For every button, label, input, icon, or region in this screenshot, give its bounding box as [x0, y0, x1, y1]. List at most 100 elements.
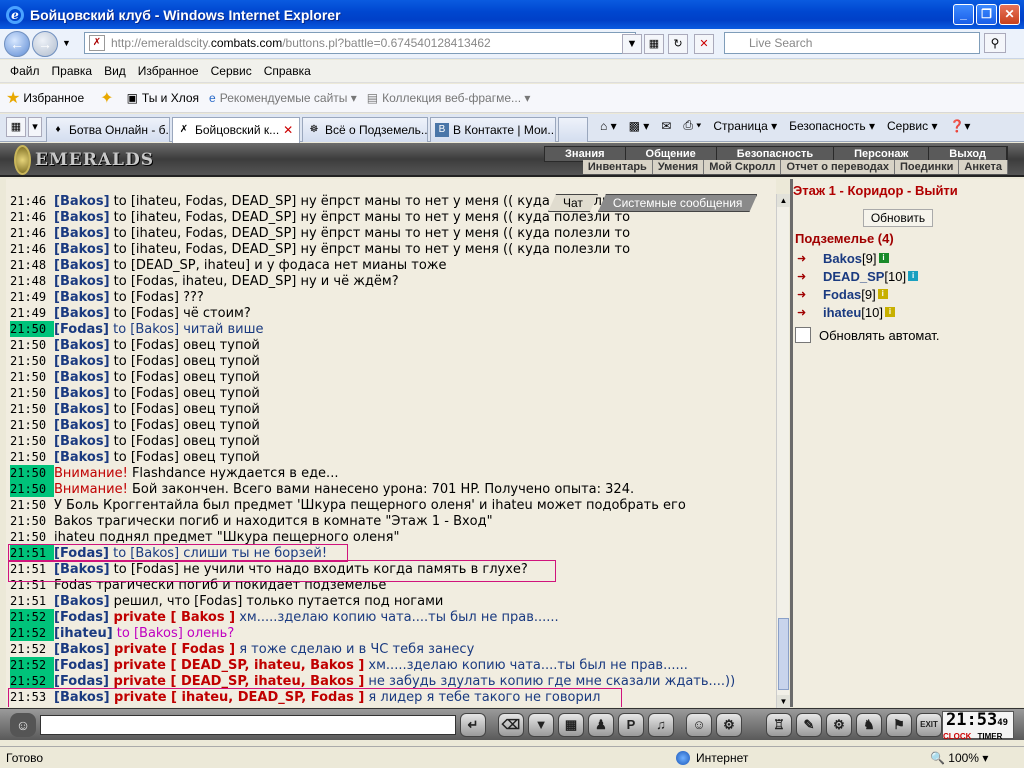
settings-icon[interactable]: ⚙	[716, 713, 742, 737]
player-arrow-icon[interactable]: ➜	[797, 270, 823, 283]
nav-exit[interactable]: Выход	[929, 147, 1007, 161]
dungeon-player[interactable]: ➜ Bakos [9] i	[797, 249, 889, 267]
tab-chat[interactable]: Чат	[548, 194, 598, 212]
favorite-link-3[interactable]: ▤ Коллекция веб-фрагме... ▾	[367, 91, 531, 105]
nav-character[interactable]: Персонаж	[834, 147, 930, 161]
chat-timestamp[interactable]: 21:52	[10, 625, 54, 641]
chat-timestamp[interactable]: 21:50	[10, 529, 54, 545]
player-name[interactable]: DEAD_SP	[823, 269, 884, 284]
chat-timestamp[interactable]: 21:52	[10, 657, 54, 673]
favorite-link-2[interactable]: e Рекомендуемые сайты ▾	[209, 91, 357, 105]
address-url[interactable]: http://emeraldscity.combats.com/buttons.…	[111, 36, 491, 50]
player-info-icon[interactable]: i	[877, 289, 888, 299]
chat-scrollbar[interactable]: ▲ ▼	[776, 194, 790, 708]
menu-edit[interactable]: Правка	[46, 64, 99, 78]
quick-tabs-icon[interactable]: ▦	[6, 117, 26, 137]
chat-timestamp[interactable]: 21:50	[10, 449, 54, 465]
tools-menu[interactable]: Сервис ▾	[887, 119, 937, 133]
add-favorite-icon[interactable]: ✦	[94, 88, 116, 108]
chat-timestamp[interactable]: 21:46	[10, 193, 54, 209]
nav-communication[interactable]: Общение	[626, 147, 717, 161]
scroll-icon[interactable]: ✎	[796, 713, 822, 737]
chat-nick[interactable]: [Bakos]	[54, 354, 110, 369]
chat-nick[interactable]: [Fodas]	[54, 610, 109, 625]
chat-timestamp[interactable]: 21:52	[10, 673, 54, 689]
scroll-thumb[interactable]	[778, 618, 789, 690]
chat-nick[interactable]: [Bakos]	[54, 210, 110, 225]
chat-nick[interactable]: [Bakos]	[54, 306, 110, 321]
chat-nick[interactable]: [Bakos]	[54, 642, 110, 657]
smile-icon[interactable]: ☺	[686, 713, 712, 737]
chat-nick[interactable]: [Bakos]	[54, 386, 110, 401]
address-dropdown-icon[interactable]: ▼	[622, 34, 642, 54]
search-icon[interactable]: ⚲	[984, 33, 1006, 53]
chat-timestamp[interactable]: 21:46	[10, 241, 54, 257]
chat-nick[interactable]: [Bakos]	[54, 290, 110, 305]
private-icon[interactable]: P	[618, 713, 644, 737]
home-icon[interactable]: ⌂ ▾	[600, 119, 617, 133]
person-icon[interactable]: ♟	[588, 713, 614, 737]
chat-nick[interactable]: [Fodas]	[54, 674, 109, 689]
chat-nick[interactable]: [Bakos]	[54, 450, 110, 465]
chat-timestamp[interactable]: 21:50	[10, 465, 54, 481]
nav-transfers[interactable]: Отчет о переводах	[781, 160, 896, 174]
print-icon[interactable]: ⎙ ▾	[683, 118, 701, 133]
back-button[interactable]: ←	[4, 31, 30, 57]
tab-botva[interactable]: ♦ Ботва Онлайн - б...	[46, 117, 170, 142]
player-info-icon[interactable]: i	[908, 271, 919, 281]
timer-label[interactable]: TIMER	[977, 732, 1002, 741]
tab-system-messages[interactable]: Системные сообщения	[598, 194, 758, 212]
exit-icon[interactable]: EXIT	[916, 713, 942, 737]
chat-timestamp[interactable]: 21:50	[10, 321, 54, 337]
chat-timestamp[interactable]: 21:49	[10, 305, 54, 321]
chat-nick[interactable]: [Bakos]	[54, 194, 110, 209]
player-name[interactable]: Bakos	[823, 251, 862, 266]
menu-tools[interactable]: Сервис	[205, 64, 258, 78]
menu-help[interactable]: Справка	[258, 64, 317, 78]
feeds-icon[interactable]: ▩ ▾	[629, 119, 650, 133]
help-icon[interactable]: ❓▾	[949, 119, 970, 133]
chat-timestamp[interactable]: 21:48	[10, 257, 54, 273]
player-info-icon[interactable]: i	[878, 253, 889, 263]
tab-list-icon[interactable]: ▾	[28, 117, 42, 137]
chat-nick[interactable]: [ihateu]	[54, 626, 113, 641]
send-icon[interactable]: ↵	[460, 713, 486, 737]
menu-favorites[interactable]: Избранное	[132, 64, 205, 78]
chat-timestamp[interactable]: 21:52	[10, 609, 54, 625]
smiley-face-icon[interactable]: ☺	[10, 713, 36, 737]
history-dropdown-icon[interactable]: ▼	[62, 38, 71, 48]
save-log-icon[interactable]: ▦	[558, 713, 584, 737]
dungeon-player[interactable]: ➜ Fodas [9] i	[797, 285, 888, 303]
nav-security[interactable]: Безопасность	[717, 147, 835, 161]
chat-nick[interactable]: [Bakos]	[54, 402, 110, 417]
auto-refresh-toggle[interactable]: Обновлять автомат.	[795, 327, 939, 343]
player-arrow-icon[interactable]: ➜	[797, 252, 823, 265]
location-title[interactable]: Этаж 1 - Коридор - Выйти	[793, 183, 958, 198]
close-window-button[interactable]: ✕	[999, 4, 1020, 25]
close-tab-icon[interactable]: ✕	[283, 123, 293, 137]
chat-timestamp[interactable]: 21:50	[10, 497, 54, 513]
chat-timestamp[interactable]: 21:50	[10, 481, 54, 497]
chat-nick[interactable]: [Bakos]	[54, 242, 110, 257]
chat-timestamp[interactable]: 21:50	[10, 513, 54, 529]
checkbox[interactable]	[795, 327, 811, 343]
chat-nick[interactable]: [Bakos]	[54, 338, 110, 353]
tab-combats[interactable]: ✗ Бойцовский к... ✕	[172, 117, 300, 143]
chat-timestamp[interactable]: 21:50	[10, 433, 54, 449]
chat-nick[interactable]: [Bakos]	[54, 594, 110, 609]
refresh-button[interactable]: Обновить	[863, 209, 933, 227]
sound-icon[interactable]: ♫	[648, 713, 674, 737]
chat-timestamp[interactable]: 21:50	[10, 417, 54, 433]
player-info-icon[interactable]: i	[884, 307, 895, 317]
eraser-icon[interactable]: ⌫	[498, 713, 524, 737]
nav-profile[interactable]: Анкета	[959, 160, 1008, 174]
chat-nick[interactable]: [Bakos]	[54, 258, 110, 273]
chat-timestamp[interactable]: 21:50	[10, 401, 54, 417]
chat-nick[interactable]: [Bakos]	[54, 226, 110, 241]
chat-timestamp[interactable]: 21:49	[10, 289, 54, 305]
forward-button[interactable]: →	[32, 31, 58, 57]
scroll-up-icon[interactable]: ▲	[777, 194, 790, 207]
nav-scroll[interactable]: Мой Скролл	[704, 160, 782, 174]
chat-timestamp[interactable]: 21:51	[10, 593, 54, 609]
chat-timestamp[interactable]: 21:50	[10, 385, 54, 401]
